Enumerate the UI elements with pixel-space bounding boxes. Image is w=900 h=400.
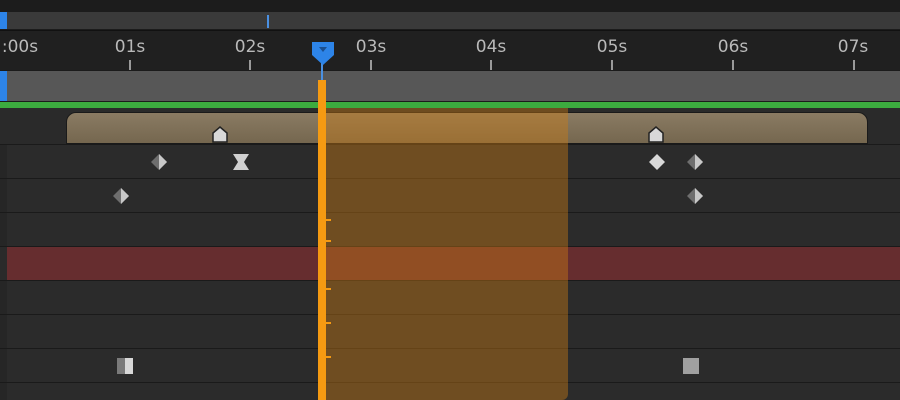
- ruler-tick: [611, 60, 613, 70]
- time-ruler[interactable]: :00s 01s 02s 03s 04s 05s 06s 07s: [0, 30, 900, 71]
- playhead-row-tick: [326, 219, 331, 221]
- ruler-label-6: 06s: [717, 37, 749, 57]
- row-gutter: [0, 315, 7, 348]
- row-gutter: [0, 383, 7, 400]
- keyframe-diamond-icon[interactable]: [648, 153, 666, 171]
- ruler-label-7: 07s: [837, 37, 869, 57]
- ruler-label-2: 02s: [234, 37, 266, 57]
- navigator-track[interactable]: [7, 12, 900, 29]
- keyframe-diamond-icon[interactable]: [686, 187, 704, 205]
- ruler-tick: [129, 60, 131, 70]
- timeline-panel: :00s 01s 02s 03s 04s 05s 06s 07s: [0, 0, 900, 400]
- ruler-label-4: 04s: [475, 37, 507, 57]
- navigator-start-handle[interactable]: [0, 12, 7, 29]
- playhead-row-tick: [326, 288, 331, 290]
- playhead-line[interactable]: [318, 80, 326, 400]
- layer-marker-icon[interactable]: [211, 125, 229, 143]
- playhead-row-tick: [326, 240, 331, 242]
- row-gutter: [0, 349, 7, 382]
- ruler-label-5: 05s: [596, 37, 628, 57]
- playhead-row-tick: [326, 322, 331, 324]
- work-area-start-handle[interactable]: [0, 71, 7, 101]
- ruler-label-1: 01s: [114, 37, 146, 57]
- work-area-bar[interactable]: [0, 70, 900, 103]
- ruler-tick: [853, 60, 855, 70]
- ruler-tick: [732, 60, 734, 70]
- row-gutter: [0, 281, 7, 314]
- ruler-label-0: :00s: [1, 37, 39, 57]
- keyframe-diamond-icon[interactable]: [112, 187, 130, 205]
- playhead-row-tick: [326, 356, 331, 358]
- keyframe-diamond-icon[interactable]: [150, 153, 168, 171]
- layer-marker-icon[interactable]: [647, 125, 665, 143]
- keyframe-square-icon[interactable]: [682, 357, 700, 375]
- row-gutter: [0, 213, 7, 246]
- work-area-highlight: [321, 108, 568, 400]
- row-gutter: [0, 145, 7, 178]
- row-gutter: [0, 247, 7, 280]
- keyframe-hold-icon[interactable]: [232, 153, 250, 171]
- ruler-tick: [249, 60, 251, 70]
- row-gutter: [0, 179, 7, 212]
- time-navigator[interactable]: [0, 0, 900, 30]
- ruler-label-3: 03s: [355, 37, 387, 57]
- keyframe-diamond-icon[interactable]: [686, 153, 704, 171]
- ruler-tick: [490, 60, 492, 70]
- ruler-tick: [370, 60, 372, 70]
- keyframe-square-icon[interactable]: [116, 357, 134, 375]
- playhead-handle-icon[interactable]: [311, 41, 335, 71]
- work-area-range[interactable]: [7, 71, 900, 101]
- navigator-playhead: [267, 15, 269, 28]
